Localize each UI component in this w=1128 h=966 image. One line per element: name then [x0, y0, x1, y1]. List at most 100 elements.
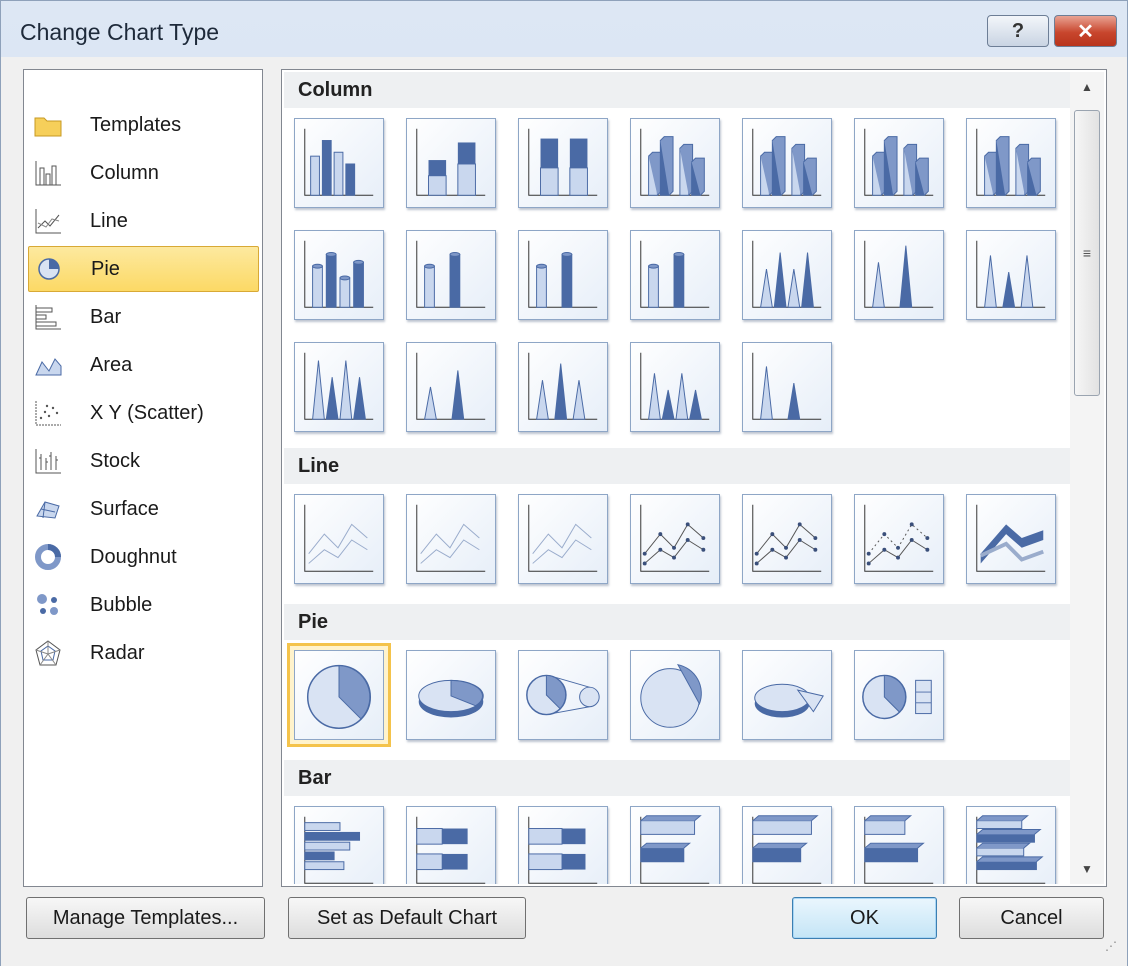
- bar-chart-preview-icon: [864, 815, 934, 884]
- dialog-title: Change Chart Type: [20, 19, 220, 45]
- section-header-bar: Bar: [284, 760, 1070, 796]
- dialog-body: Templates Column Line Pie Bar Area X Y (Scatte…: [1, 57, 1127, 966]
- set-default-chart-button[interactable]: Set as Default Chart: [288, 897, 526, 939]
- bar-subtype-thumbnail[interactable]: [518, 806, 608, 884]
- cancel-button[interactable]: Cancel: [959, 897, 1104, 939]
- pie-subtype-thumbnail[interactable]: [406, 650, 496, 740]
- column-subtype-thumbnail[interactable]: [966, 118, 1056, 208]
- line-chart-preview-icon: [976, 504, 1046, 572]
- pie-chart-preview-icon: [640, 663, 702, 728]
- column-subtype-thumbnail[interactable]: [854, 118, 944, 208]
- column-chart-preview-icon: [304, 240, 374, 308]
- bubble-chart-icon: [33, 590, 63, 620]
- column-subtype-thumbnail[interactable]: [630, 230, 720, 320]
- close-icon: ✕: [1077, 20, 1094, 43]
- category-x-y-scatter[interactable]: X Y (Scatter): [28, 390, 259, 436]
- column-chart-preview-icon: [976, 128, 1046, 196]
- column-subtype-thumbnail[interactable]: [406, 118, 496, 208]
- category-line[interactable]: Line: [28, 198, 259, 244]
- category-label: Pie: [91, 257, 120, 280]
- column-subtype-thumbnail[interactable]: [294, 230, 384, 320]
- category-pie[interactable]: Pie: [28, 246, 259, 292]
- category-area[interactable]: Area: [28, 342, 259, 388]
- line-subtype-thumbnail[interactable]: [854, 494, 944, 584]
- pie-subtype-thumbnail[interactable]: [742, 650, 832, 740]
- pie-subtype-thumbnail[interactable]: [630, 650, 720, 740]
- bar-subtype-thumbnail[interactable]: [742, 806, 832, 884]
- category-surface[interactable]: Surface: [28, 486, 259, 532]
- category-label: Surface: [90, 497, 159, 520]
- category-column[interactable]: Column: [28, 150, 259, 196]
- line-subtype-thumbnail[interactable]: [518, 494, 608, 584]
- bar-subtype-thumbnail[interactable]: [406, 806, 496, 884]
- line-subtype-thumbnail[interactable]: [406, 494, 496, 584]
- column-chart-preview-icon: [640, 240, 710, 308]
- column-chart-preview-icon: [304, 352, 374, 420]
- change-chart-type-dialog: Change Chart Type ? ✕ Templates Column Lin…: [0, 0, 1128, 966]
- scrollbar-thumb[interactable]: ≡: [1074, 110, 1100, 396]
- pie-subtype-thumbnail[interactable]: [518, 650, 608, 740]
- column-chart-preview-icon: [528, 352, 598, 420]
- column-subtype-thumbnail[interactable]: [294, 342, 384, 432]
- column-subtype-thumbnail[interactable]: [630, 118, 720, 208]
- stock-chart-icon: [33, 446, 63, 476]
- category-stock[interactable]: Stock: [28, 438, 259, 484]
- column-subtype-thumbnail[interactable]: [742, 342, 832, 432]
- column-subtype-thumbnail[interactable]: [742, 230, 832, 320]
- category-bar[interactable]: Bar: [28, 294, 259, 340]
- line-chart-icon: [33, 206, 63, 236]
- column-subtype-thumbnail[interactable]: [630, 342, 720, 432]
- area-chart-icon: [33, 350, 63, 380]
- column-chart-preview-icon: [640, 128, 710, 196]
- bar-subtype-thumbnail[interactable]: [294, 806, 384, 884]
- chart-category-list: Templates Column Line Pie Bar Area X Y (Scatte…: [23, 69, 263, 887]
- section-header-column: Column: [284, 72, 1070, 108]
- column-subtype-thumbnail[interactable]: [854, 230, 944, 320]
- help-button[interactable]: ?: [987, 15, 1049, 47]
- surface-chart-icon: [33, 494, 63, 524]
- bar-subtype-thumbnail[interactable]: [854, 806, 944, 884]
- column-subtype-thumbnail[interactable]: [518, 118, 608, 208]
- column-subtype-thumbnail[interactable]: [406, 342, 496, 432]
- category-label: X Y (Scatter): [90, 401, 204, 424]
- section-header-line: Line: [284, 448, 1070, 484]
- bar-subtype-thumbnail[interactable]: [630, 806, 720, 884]
- scroll-down-arrow-icon[interactable]: ▼: [1070, 854, 1104, 884]
- column-subtype-thumbnail[interactable]: [742, 118, 832, 208]
- bar-subtype-thumbnail[interactable]: [966, 806, 1056, 884]
- resize-grip-icon[interactable]: ⋰: [1105, 939, 1117, 953]
- line-subtype-thumbnail[interactable]: [966, 494, 1056, 584]
- help-icon: ?: [1011, 19, 1025, 42]
- category-templates[interactable]: Templates: [28, 102, 259, 148]
- category-doughnut[interactable]: Doughnut: [28, 534, 259, 580]
- manage-templates-button[interactable]: Manage Templates...: [26, 897, 265, 939]
- line-subtype-thumbnail[interactable]: [742, 494, 832, 584]
- column-chart-preview-icon: [752, 240, 822, 308]
- column-subtype-thumbnail[interactable]: [966, 230, 1056, 320]
- pie-subtype-thumbnail[interactable]: [854, 650, 944, 740]
- vertical-scrollbar[interactable]: ▲ ≡ ▼: [1070, 72, 1104, 884]
- bar-chart-preview-icon: [752, 815, 822, 884]
- column-chart-preview-icon: [416, 240, 486, 308]
- column-subtype-thumbnail[interactable]: [518, 342, 608, 432]
- column-chart-preview-icon: [640, 352, 710, 420]
- line-chart-preview-icon: [304, 504, 374, 572]
- category-label: Bubble: [90, 593, 153, 616]
- line-chart-preview-icon: [416, 504, 486, 572]
- close-button[interactable]: ✕: [1054, 15, 1117, 47]
- category-bubble[interactable]: Bubble: [28, 582, 259, 628]
- column-chart-preview-icon: [976, 240, 1046, 308]
- bar-chart-preview-icon: [416, 816, 486, 884]
- column-subtype-thumbnail[interactable]: [294, 118, 384, 208]
- pie-chart-preview-icon: [754, 683, 824, 718]
- ok-button[interactable]: OK: [792, 897, 937, 939]
- category-radar[interactable]: Radar: [28, 630, 259, 676]
- pie-subtype-thumbnail[interactable]: [287, 643, 391, 747]
- bar-chart-preview-icon: [304, 816, 374, 884]
- scroll-up-arrow-icon[interactable]: ▲: [1070, 72, 1104, 102]
- column-subtype-thumbnail[interactable]: [518, 230, 608, 320]
- line-subtype-thumbnail[interactable]: [294, 494, 384, 584]
- column-subtype-thumbnail[interactable]: [406, 230, 496, 320]
- column-chart-preview-icon: [528, 128, 598, 196]
- line-subtype-thumbnail[interactable]: [630, 494, 720, 584]
